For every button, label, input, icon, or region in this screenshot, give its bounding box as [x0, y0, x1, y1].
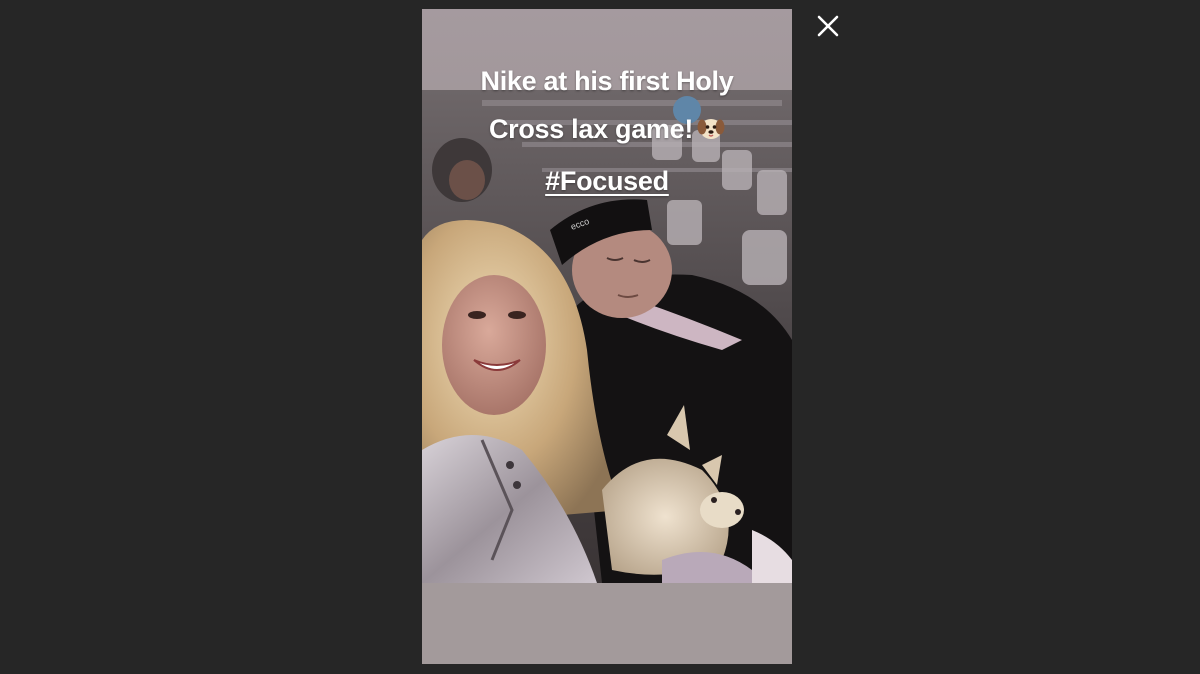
caption-line-2: Cross lax game!: [422, 105, 792, 157]
story-caption: Nike at his first Holy Cross lax game! #…: [422, 57, 792, 205]
close-icon: [817, 15, 839, 37]
story-viewer: ecco Nike at his first Holy Cross lax ga…: [0, 0, 1200, 674]
dog-face-icon: [697, 109, 725, 157]
close-button[interactable]: [812, 10, 844, 42]
caption-line-1: Nike at his first Holy: [480, 66, 734, 96]
story-card[interactable]: ecco Nike at his first Holy Cross lax ga…: [422, 9, 792, 664]
caption-line-2-text: Cross lax game!: [488, 114, 694, 144]
caption-hashtag[interactable]: #Focused: [422, 157, 792, 205]
story-bottom-band: [422, 583, 792, 664]
